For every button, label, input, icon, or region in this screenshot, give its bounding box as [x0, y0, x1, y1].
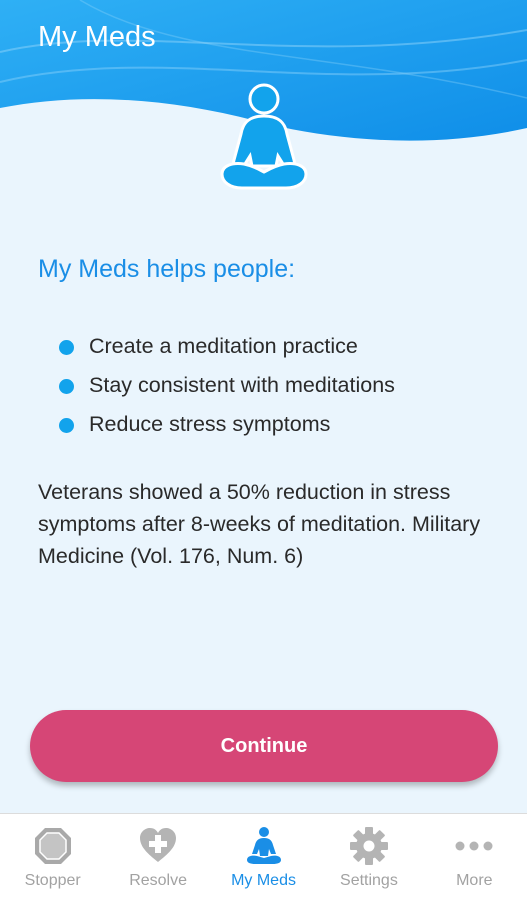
nav-item-stopper[interactable]: Stopper	[0, 814, 105, 901]
more-dots-icon	[455, 841, 493, 851]
study-citation: Veterans showed a 50% reduction in stres…	[38, 480, 481, 568]
meditation-icon	[246, 827, 281, 864]
continue-button[interactable]: Continue	[30, 710, 498, 782]
stop-octagon-icon	[34, 828, 71, 864]
nav-label: Settings	[340, 872, 398, 889]
bullet-dot-icon	[59, 379, 74, 394]
nav-label: Stopper	[24, 872, 81, 889]
section-heading: My Meds helps people:	[38, 255, 296, 283]
bullet-dot-icon	[59, 340, 74, 355]
nav-label: My Meds	[231, 872, 296, 889]
nav-item-settings[interactable]: Settings	[316, 814, 421, 901]
nav-label: Resolve	[129, 872, 188, 889]
meditation-figure-icon	[220, 83, 308, 190]
nav-item-more[interactable]: More	[422, 814, 527, 901]
benefit-text: Stay consistent with meditations	[89, 373, 395, 397]
benefit-item: Create a meditation practice	[58, 329, 395, 368]
benefit-list: Create a meditation practice Stay consis…	[58, 329, 395, 446]
nav-label: More	[456, 872, 493, 889]
nav-item-my-meds[interactable]: My Meds	[211, 814, 316, 901]
gear-icon	[349, 827, 388, 865]
benefit-item: Stay consistent with meditations	[58, 368, 395, 407]
bullet-dot-icon	[59, 418, 74, 433]
bottom-nav: Stopper Resolve My Meds Settings More	[0, 813, 527, 901]
nav-item-resolve[interactable]: Resolve	[105, 814, 210, 901]
benefit-item: Reduce stress symptoms	[58, 407, 395, 446]
app-title: My Meds	[38, 21, 156, 53]
heart-plus-icon	[140, 828, 177, 862]
benefit-text: Reduce stress symptoms	[89, 412, 331, 436]
benefit-text: Create a meditation practice	[89, 334, 358, 358]
